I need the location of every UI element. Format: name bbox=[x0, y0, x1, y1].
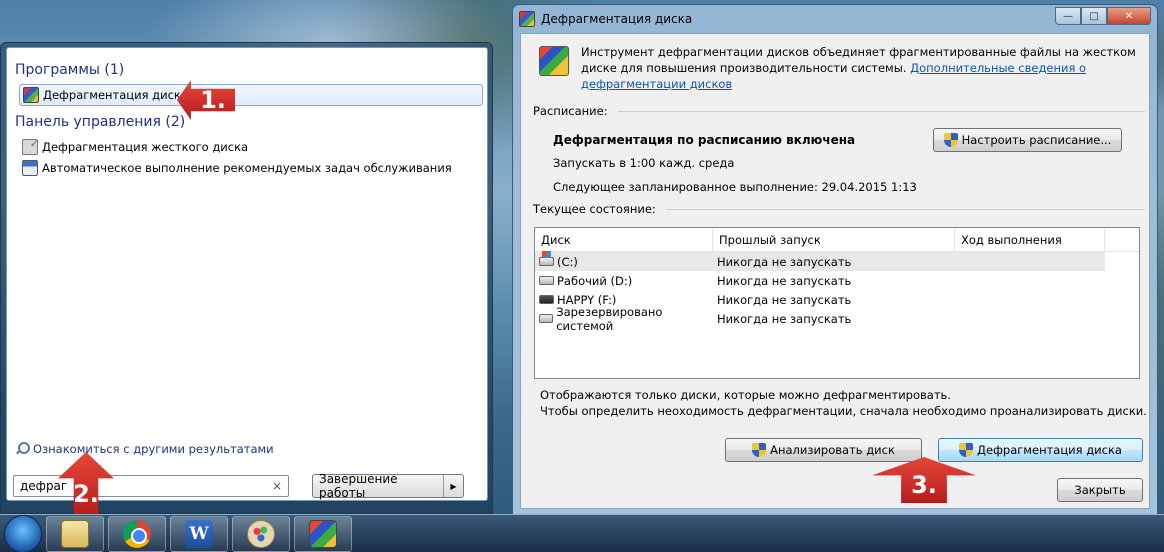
explorer-icon bbox=[61, 519, 89, 548]
intro-text: Инструмент дефрагментации дисков объедин… bbox=[581, 44, 1146, 92]
taskbar-chrome[interactable] bbox=[108, 515, 166, 552]
taskbar-defrag[interactable] bbox=[294, 515, 352, 552]
drive-icon bbox=[539, 314, 554, 323]
window-title: Дефрагментация диска bbox=[541, 12, 693, 26]
minimize-button[interactable]: — bbox=[1055, 7, 1081, 25]
chrome-icon bbox=[123, 519, 151, 548]
close-button[interactable]: Закрыть bbox=[1057, 478, 1143, 502]
schedule-next-run: Следующее запланированное выполнение: 29… bbox=[553, 180, 917, 194]
search-input-value: дефраг bbox=[20, 479, 68, 493]
disk-name: (C:) bbox=[557, 254, 578, 269]
start-menu: Программы (1) Дефрагментация диска Панел… bbox=[0, 42, 493, 514]
schedule-run-time: Запускать в 1:00 кажд. среда bbox=[553, 156, 735, 170]
uac-shield-icon bbox=[959, 443, 974, 457]
disk-name: Рабочий (D:) bbox=[557, 273, 633, 288]
clear-search-icon[interactable]: × bbox=[272, 479, 282, 493]
column-header-progress[interactable]: Ход выполнения bbox=[955, 228, 1105, 251]
close-label: Закрыть bbox=[1074, 483, 1126, 497]
start-search-input[interactable]: дефраг × bbox=[13, 475, 289, 497]
disk-last-run: Никогда не запускать bbox=[717, 273, 852, 288]
info-note-2: Чтобы определить неоходимость дефрагмент… bbox=[540, 404, 1147, 418]
annotation-step-3: 3. bbox=[911, 471, 937, 499]
see-more-results-label: Ознакомиться с другими результатами bbox=[33, 442, 274, 456]
disk-list-header: Диск Прошлый запуск Ход выполнения bbox=[535, 228, 1139, 252]
analyze-disk-label: Анализировать диск bbox=[770, 443, 895, 457]
status-label: Текущее состояние: bbox=[533, 202, 656, 216]
os-drive-icon bbox=[539, 251, 554, 266]
result-defrag-program[interactable]: Дефрагментация диска bbox=[19, 84, 483, 106]
defrag-app-icon bbox=[519, 11, 535, 27]
result-label: Дефрагментация жесткого диска bbox=[42, 140, 249, 154]
programs-group-header: Программы (1) bbox=[15, 62, 125, 78]
window-titlebar[interactable]: Дефрагментация диска — □ ✕ bbox=[513, 5, 1157, 33]
uac-shield-icon bbox=[752, 443, 767, 457]
window-content: Инструмент дефрагментации дисков объедин… bbox=[520, 33, 1150, 509]
disk-last-run: Никогда не запускать bbox=[717, 292, 852, 307]
defrag-icon bbox=[23, 87, 39, 103]
word-icon: W bbox=[185, 519, 213, 548]
defrag-large-icon bbox=[539, 46, 569, 76]
taskbar-paint[interactable] bbox=[232, 515, 290, 552]
usb-drive-icon bbox=[539, 295, 554, 304]
paint-icon bbox=[247, 519, 275, 548]
shutdown-label: Завершение работы bbox=[319, 472, 398, 500]
analyze-disk-button[interactable]: Анализировать диск bbox=[725, 438, 922, 462]
uac-shield-icon bbox=[943, 133, 958, 147]
window-controls: — □ ✕ bbox=[1055, 7, 1151, 25]
defragment-disk-label: Дефрагментация диска bbox=[977, 443, 1122, 457]
defragment-disk-button[interactable]: Дефрагментация диска bbox=[938, 438, 1143, 462]
status-section-label: Текущее состояние: bbox=[533, 202, 1145, 216]
see-more-results-link[interactable]: Ознакомиться с другими результатами bbox=[15, 442, 274, 456]
schedule-label: Расписание: bbox=[533, 104, 608, 118]
disk-last-run: Никогда не запускать bbox=[717, 311, 852, 326]
control-panel-group-header: Панель управления (2) bbox=[15, 114, 186, 130]
disk-list: Диск Прошлый запуск Ход выполнения (C:) … bbox=[534, 227, 1140, 379]
result-auto-maintenance[interactable]: Автоматическое выполнение рекомендуемых … bbox=[19, 157, 452, 179]
shutdown-button[interactable]: Завершение работы ▶ bbox=[312, 472, 464, 500]
taskbar-explorer[interactable] bbox=[46, 515, 104, 552]
taskbar-word[interactable]: W bbox=[170, 515, 228, 552]
drive-icon bbox=[539, 276, 554, 285]
taskbar: W bbox=[0, 514, 1164, 552]
disk-row[interactable]: (C:) Никогда не запускать bbox=[535, 251, 1105, 271]
configure-schedule-label: Настроить расписание... bbox=[961, 133, 1112, 147]
disk-row[interactable]: Зарезервировано системой Никогда не запу… bbox=[535, 305, 1139, 333]
annotation-step-2: 2. bbox=[73, 480, 99, 508]
info-note-1: Отображаются только диски, которые можно… bbox=[540, 388, 951, 402]
schedule-status-title: Дефрагментация по расписанию включена bbox=[553, 133, 856, 147]
shutdown-options-arrow-icon[interactable]: ▶ bbox=[443, 475, 463, 497]
defrag-window: Дефрагментация диска — □ ✕ Инструмент де… bbox=[512, 4, 1158, 516]
maintenance-icon bbox=[22, 160, 38, 176]
maximize-button[interactable]: □ bbox=[1081, 7, 1107, 25]
start-orb[interactable] bbox=[4, 514, 42, 552]
disk-row[interactable]: Рабочий (D:) Никогда не запускать bbox=[535, 271, 1139, 290]
result-defrag-hdd[interactable]: Дефрагментация жесткого диска bbox=[19, 136, 248, 158]
defrag-icon bbox=[309, 519, 337, 548]
search-icon bbox=[15, 442, 30, 456]
configure-schedule-button[interactable]: Настроить расписание... bbox=[933, 128, 1122, 152]
close-window-button[interactable]: ✕ bbox=[1107, 7, 1151, 25]
result-label: Дефрагментация диска bbox=[43, 88, 188, 102]
schedule-section-label: Расписание: bbox=[533, 104, 1145, 118]
result-label: Автоматическое выполнение рекомендуемых … bbox=[42, 161, 452, 175]
column-header-last-run[interactable]: Прошлый запуск bbox=[713, 228, 955, 251]
disk-name: Зарезервировано системой bbox=[556, 304, 663, 333]
annotation-step-1: 1. bbox=[200, 86, 226, 114]
column-header-disk[interactable]: Диск bbox=[535, 228, 713, 251]
search-results-panel: Программы (1) Дефрагментация диска Панел… bbox=[6, 47, 488, 501]
disk-check-icon bbox=[22, 137, 39, 155]
disk-last-run: Никогда не запускать bbox=[717, 254, 852, 269]
